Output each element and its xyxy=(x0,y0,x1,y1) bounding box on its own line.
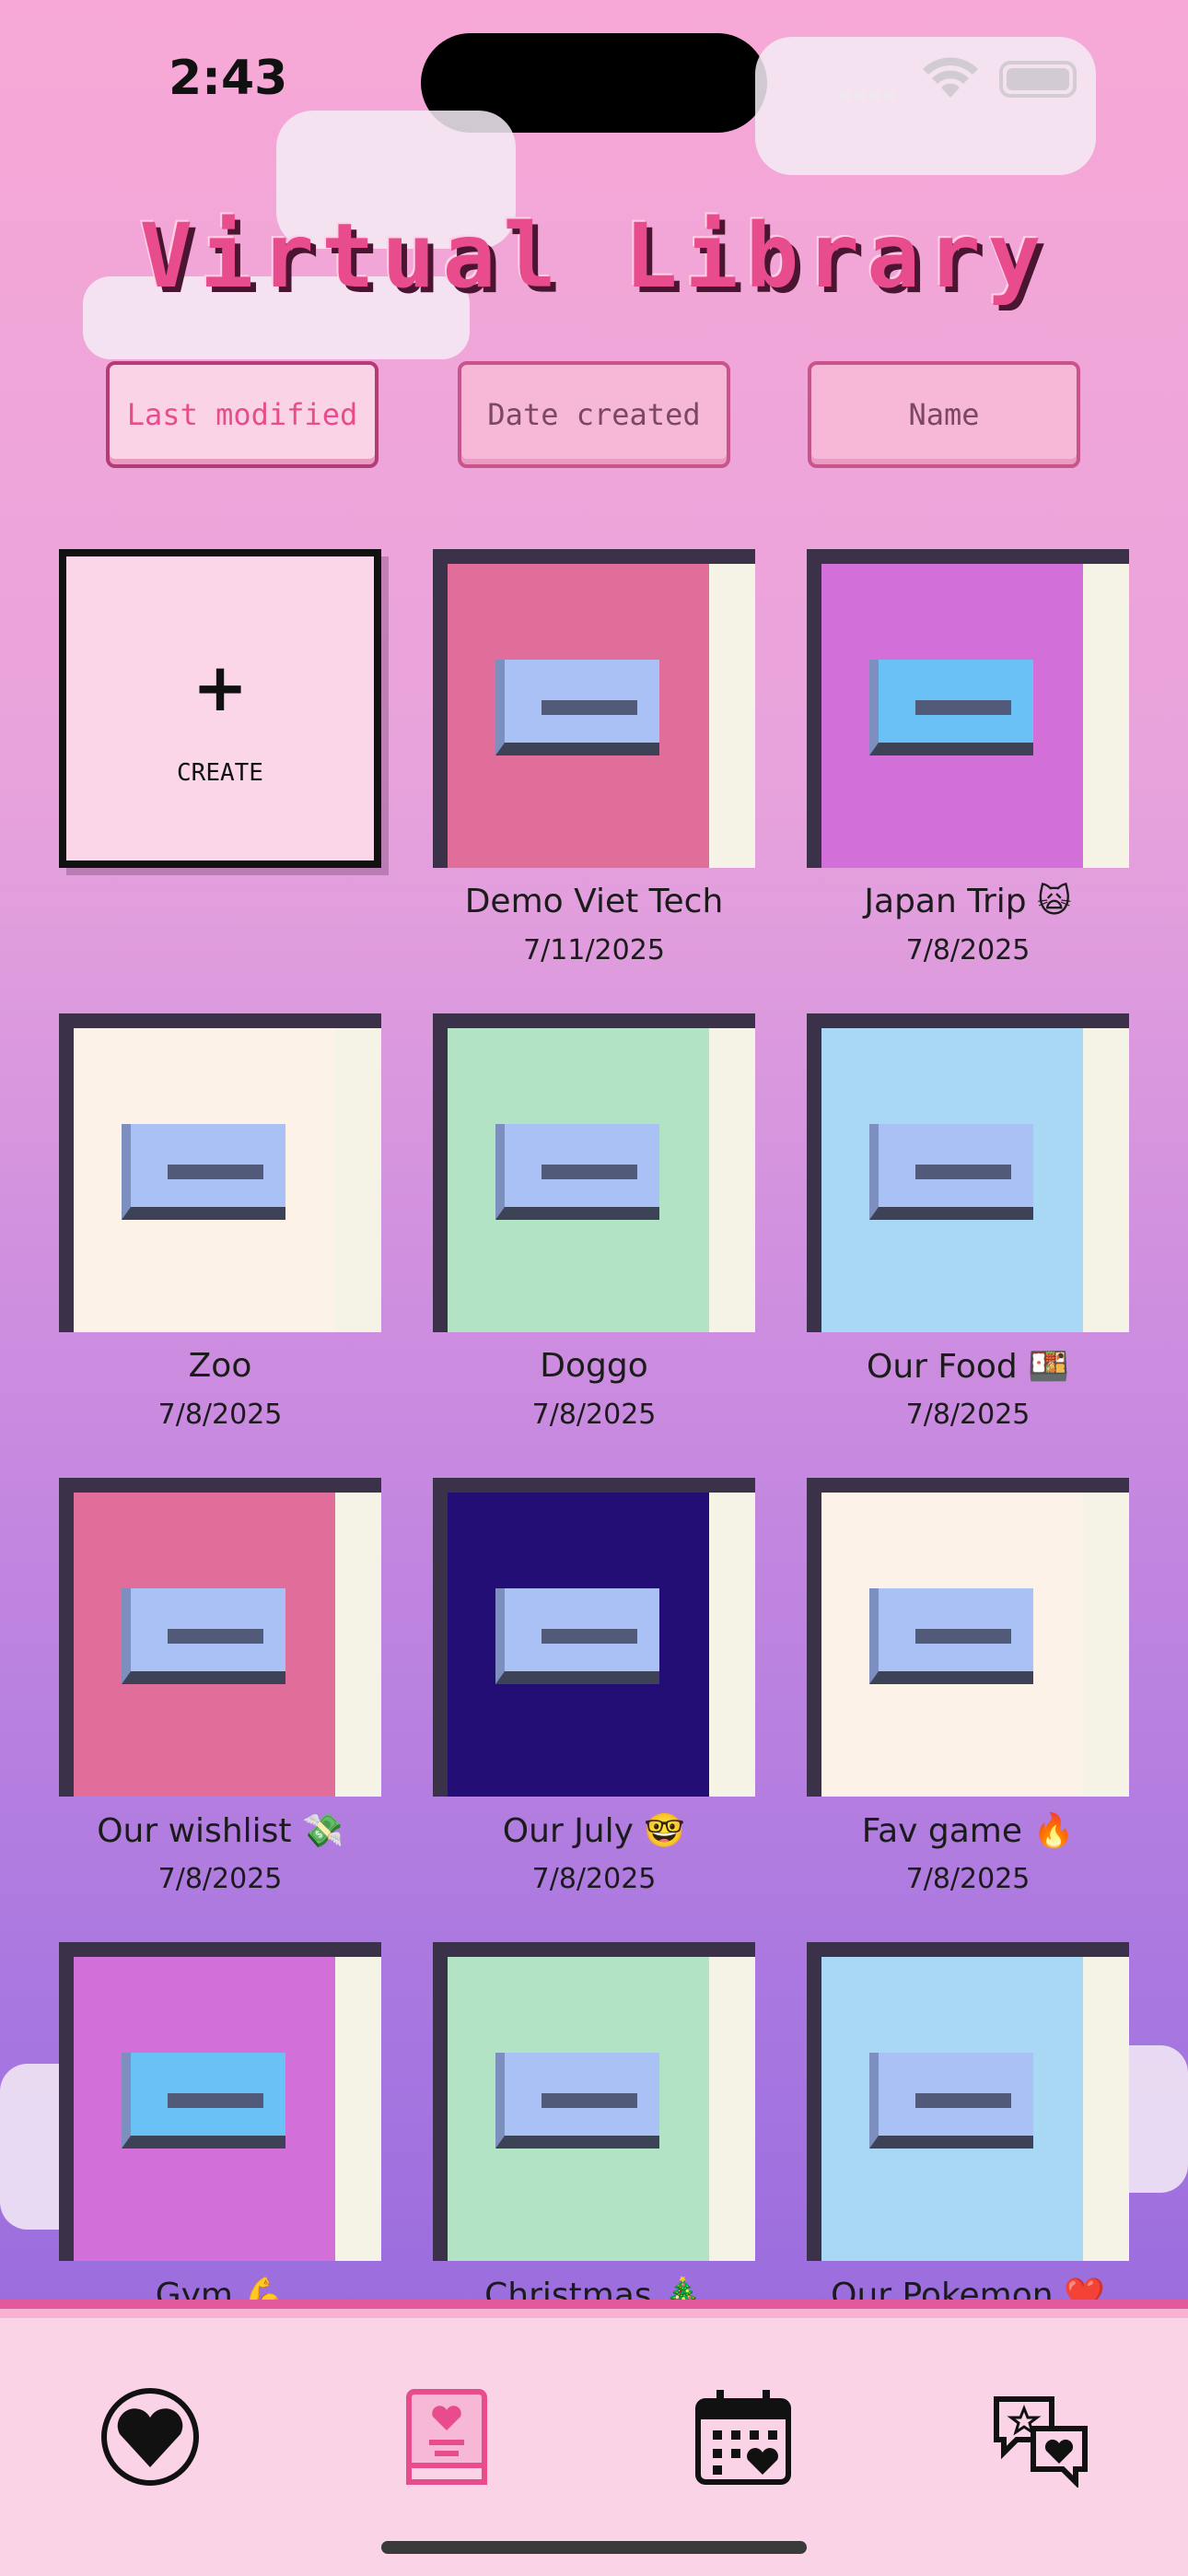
book-spine xyxy=(59,1478,74,1797)
page-title: Virtual Library xyxy=(139,205,1049,308)
tab-library[interactable] xyxy=(396,2386,497,2488)
book-label xyxy=(122,2053,285,2149)
book-spine xyxy=(807,1478,1129,1493)
book-date: 7/8/2025 xyxy=(531,1399,657,1431)
tab-chat[interactable] xyxy=(989,2386,1090,2488)
book-spine xyxy=(433,1478,448,1797)
book-spine xyxy=(59,1942,381,1957)
book-card[interactable] xyxy=(807,1013,1129,1332)
book-pages xyxy=(1083,1028,1129,1332)
book-pages xyxy=(1083,564,1129,868)
book-date: 7/8/2025 xyxy=(531,1863,657,1895)
book-date: 7/11/2025 xyxy=(523,934,665,966)
book-spine xyxy=(807,549,1129,564)
book-date: 7/8/2025 xyxy=(157,1863,283,1895)
create-book-button[interactable]: + CREATE xyxy=(59,549,381,868)
book-spine xyxy=(59,1942,74,2261)
book-pages xyxy=(335,1028,381,1332)
book-title: Demo Viet Tech xyxy=(464,883,724,920)
sort-last-modified-button[interactable]: Last modified xyxy=(106,361,379,468)
home-indicator xyxy=(381,2541,807,2554)
calendar-icon xyxy=(695,2390,791,2485)
create-label: CREATE xyxy=(177,759,263,787)
book-spine xyxy=(433,549,755,564)
book-pages xyxy=(335,1493,381,1797)
book-spine xyxy=(433,549,448,868)
book-title: Japan Trip 🙀 xyxy=(864,883,1072,920)
book-pages xyxy=(709,1028,755,1332)
book-card[interactable] xyxy=(807,549,1129,868)
book-spine xyxy=(59,1013,74,1332)
book-date: 7/8/2025 xyxy=(905,1863,1031,1895)
book-card[interactable] xyxy=(433,1478,755,1797)
book-card[interactable] xyxy=(59,1013,381,1332)
heart-icon xyxy=(101,2388,199,2486)
book-card[interactable] xyxy=(433,549,755,868)
book-card[interactable] xyxy=(433,1942,755,2261)
book-spine xyxy=(433,1942,755,1957)
book-label xyxy=(495,1588,659,1684)
book-spine xyxy=(433,1942,448,2261)
book-pages xyxy=(1083,1957,1129,2261)
book-spine xyxy=(433,1478,755,1493)
book-icon xyxy=(406,2389,487,2485)
book-spine xyxy=(807,549,821,868)
book-pages xyxy=(335,1957,381,2261)
book-label xyxy=(495,660,659,755)
book-date: 7/8/2025 xyxy=(905,934,1031,966)
book-title: Our wishlist 💸 xyxy=(97,1812,344,1850)
book-label xyxy=(495,1124,659,1220)
book-card[interactable] xyxy=(59,1478,381,1797)
tab-love[interactable] xyxy=(99,2386,201,2488)
book-spine xyxy=(807,1942,1129,1957)
book-pages xyxy=(709,564,755,868)
book-title: Zoo xyxy=(188,1347,252,1385)
book-title: Doggo xyxy=(540,1347,648,1385)
book-card[interactable] xyxy=(433,1013,755,1332)
book-spine xyxy=(433,1013,448,1332)
book-label xyxy=(869,660,1033,755)
book-label xyxy=(869,1588,1033,1684)
chat-icon xyxy=(994,2396,1088,2488)
plus-icon: + xyxy=(192,649,249,726)
book-card[interactable] xyxy=(807,1942,1129,2261)
book-date: 7/8/2025 xyxy=(157,1399,283,1431)
book-label xyxy=(122,1588,285,1684)
book-spine xyxy=(59,1013,381,1028)
book-spine xyxy=(807,1478,821,1797)
book-spine xyxy=(59,1478,381,1493)
sort-date-created-button[interactable]: Date created xyxy=(458,361,730,468)
book-label xyxy=(869,1124,1033,1220)
book-title: Our July 🤓 xyxy=(502,1812,686,1850)
book-spine xyxy=(807,1013,1129,1028)
book-card[interactable] xyxy=(807,1478,1129,1797)
sort-name-button[interactable]: Name xyxy=(808,361,1080,468)
book-date: 7/8/2025 xyxy=(905,1399,1031,1431)
book-label xyxy=(495,2053,659,2149)
book-pages xyxy=(709,1493,755,1797)
book-card[interactable] xyxy=(59,1942,381,2261)
book-label xyxy=(122,1124,285,1220)
book-spine xyxy=(433,1013,755,1028)
book-spine xyxy=(807,1013,821,1332)
book-pages xyxy=(1083,1493,1129,1797)
cloud-decoration xyxy=(755,37,1096,175)
book-label xyxy=(869,2053,1033,2149)
book-title: Our Food 🍱 xyxy=(867,1348,1069,1386)
book-pages xyxy=(709,1957,755,2261)
book-spine xyxy=(807,1942,821,2261)
tab-calendar[interactable] xyxy=(693,2386,794,2488)
status-time: 2:43 xyxy=(169,51,288,106)
book-title: Fav game 🔥 xyxy=(861,1812,1075,1850)
